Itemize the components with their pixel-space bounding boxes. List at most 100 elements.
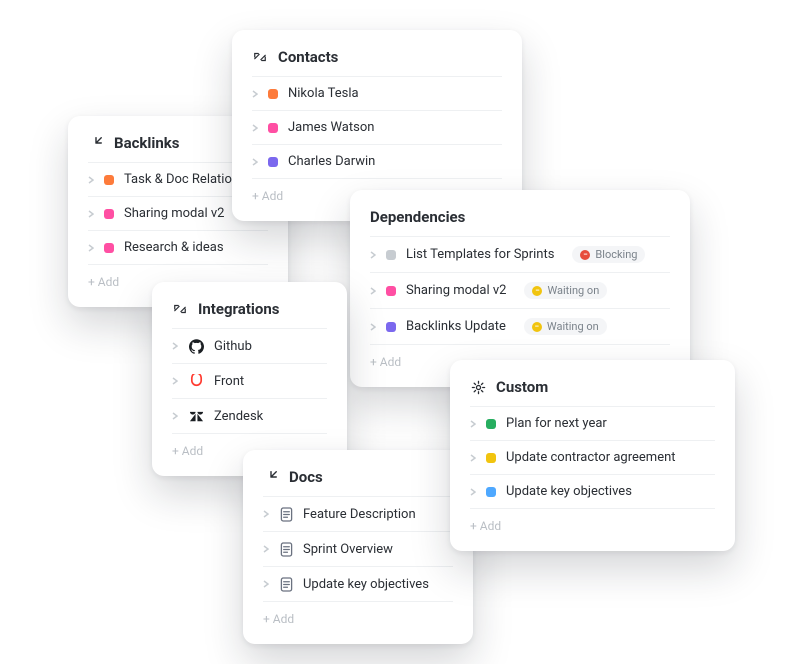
document-icon [279,506,293,522]
card-header: Contacts [252,48,502,76]
github-icon [188,338,204,354]
card-title: Dependencies [370,208,465,226]
add-button[interactable]: + Add [470,508,715,541]
add-button[interactable]: + Add [263,601,453,634]
card-header: Integrations [172,300,327,328]
badge-label: Blocking [595,248,637,261]
chevron-right-icon [252,125,258,131]
card-integrations: Integrations Github Front Zendesk + Add [152,282,347,476]
status-dot [104,175,114,185]
item-label: Sprint Overview [303,542,393,557]
list-item[interactable]: Plan for next year [470,406,715,440]
link-arrows-icon [172,301,188,317]
list-item[interactable]: Sharing modal v2 − Waiting on [370,272,670,308]
item-label: Front [214,374,244,389]
list-item[interactable]: List Templates for Sprints − Blocking [370,236,670,272]
minus-circle-icon: − [532,286,542,296]
list-item[interactable]: Github [172,328,327,363]
card-title: Contacts [278,48,338,66]
chevron-right-icon [172,343,178,349]
minus-circle-icon: − [580,250,590,260]
chevron-right-icon [263,511,269,517]
card-header: Custom [470,378,715,406]
item-label: James Watson [288,120,374,135]
item-label: Github [214,339,252,354]
item-label: Feature Description [303,507,416,522]
chevron-right-icon [470,421,476,427]
badge-blocking: − Blocking [572,246,645,263]
badge-label: Waiting on [547,320,599,333]
chevron-right-icon [252,159,258,165]
arrow-in-icon [88,135,104,151]
card-title: Custom [496,378,548,396]
chevron-right-icon [370,324,376,330]
item-label: Plan for next year [506,416,607,431]
zendesk-icon [188,408,204,424]
item-label: Update key objectives [303,577,429,592]
item-label: Nikola Tesla [288,86,359,101]
card-header: Docs [263,468,453,496]
chevron-right-icon [470,489,476,495]
chevron-right-icon [263,546,269,552]
status-dot [268,123,278,133]
chevron-right-icon [88,211,94,217]
gear-icon [470,379,486,395]
status-dot [486,419,496,429]
link-arrows-icon [252,49,268,65]
item-label: Sharing modal v2 [406,283,506,298]
front-icon [188,373,204,389]
list-item[interactable]: Backlinks Update − Waiting on [370,308,670,344]
list-item[interactable]: Sprint Overview [263,531,453,566]
status-dot [386,250,396,260]
list-item[interactable]: Update key objectives [263,566,453,601]
status-dot [486,453,496,463]
document-icon [279,541,293,557]
card-custom: Custom Plan for next year Update contrac… [450,360,735,551]
item-label: Zendesk [214,409,263,424]
list-item[interactable]: Zendesk [172,398,327,433]
status-dot [486,487,496,497]
item-label: Sharing modal v2 [124,206,224,221]
chevron-right-icon [88,177,94,183]
list-item[interactable]: Update contractor agreement [470,440,715,474]
card-title: Integrations [198,300,279,318]
status-dot [386,322,396,332]
chevron-right-icon [172,378,178,384]
minus-circle-icon: − [532,322,542,332]
badge-label: Waiting on [547,284,599,297]
document-icon [279,576,293,592]
chevron-right-icon [172,413,178,419]
item-label: Backlinks Update [406,319,506,334]
chevron-right-icon [470,455,476,461]
list-item[interactable]: Feature Description [263,496,453,531]
status-dot [104,209,114,219]
card-header: Dependencies [370,208,670,236]
list-item[interactable]: James Watson [252,110,502,144]
item-label: Charles Darwin [288,154,375,169]
status-dot [104,243,114,253]
item-label: Research & ideas [124,240,224,255]
item-label: List Templates for Sprints [406,247,554,262]
item-label: Update contractor agreement [506,450,676,465]
chevron-right-icon [370,252,376,258]
list-item[interactable]: Charles Darwin [252,144,502,178]
chevron-right-icon [88,245,94,251]
status-dot [268,157,278,167]
arrow-in-icon [263,469,279,485]
chevron-right-icon [370,288,376,294]
badge-waiting: − Waiting on [524,282,607,299]
card-title: Backlinks [114,134,180,152]
card-dependencies: Dependencies List Templates for Sprints … [350,190,690,387]
chevron-right-icon [252,91,258,97]
card-docs: Docs Feature Description Sprint Overview… [243,450,473,644]
card-title: Docs [289,468,323,486]
list-item[interactable]: Update key objectives [470,474,715,508]
status-dot [268,89,278,99]
status-dot [386,286,396,296]
item-label: Update key objectives [506,484,632,499]
badge-waiting: − Waiting on [524,318,607,335]
chevron-right-icon [263,581,269,587]
list-item[interactable]: Research & ideas [88,230,268,264]
list-item[interactable]: Nikola Tesla [252,76,502,110]
list-item[interactable]: Front [172,363,327,398]
